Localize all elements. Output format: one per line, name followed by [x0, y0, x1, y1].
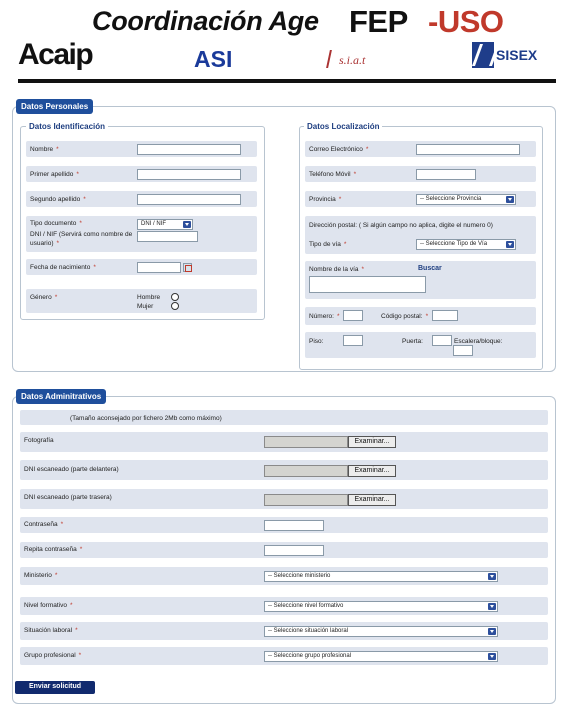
dni-trasera-file-input[interactable]	[264, 494, 348, 506]
dni-trasera-label: DNI escaneado (parte trasera)	[24, 494, 112, 501]
file-size-note: (Tamaño aconsejado por fichero 2Mb como …	[70, 415, 222, 422]
siat-logo-text: s.i.a.t	[339, 53, 366, 67]
puerta-label: Puerta:	[402, 338, 423, 345]
fecha-nacimiento-input[interactable]	[137, 262, 181, 273]
direccion-note: Dirección postal: ( Si algún campo no ap…	[309, 222, 493, 229]
provincia-label: Provincia *	[309, 196, 342, 203]
segundo-apellido-input[interactable]	[137, 194, 241, 205]
nombre-label: Nombre *	[30, 146, 59, 153]
datos-personales-legend: Datos Personales	[16, 99, 94, 114]
header-divider	[18, 79, 556, 83]
chevron-down-icon	[488, 628, 496, 635]
nombre-via-input[interactable]	[309, 276, 426, 293]
correo-label: Correo Electrónico *	[309, 146, 369, 153]
telefono-label: Teléfono Móvil *	[309, 171, 357, 178]
grupo-select[interactable]: -- Seleccione grupo profesional	[264, 651, 498, 662]
mujer-label: Mujer	[137, 303, 154, 310]
buscar-link[interactable]: Buscar	[418, 265, 442, 272]
mujer-radio[interactable]	[171, 302, 179, 310]
dni-trasera-examinar-button[interactable]: Examinar...	[348, 494, 396, 506]
piso-label: Piso:	[309, 338, 324, 345]
puerta-input[interactable]	[432, 335, 452, 346]
ministerio-label: Ministerio *	[24, 572, 58, 579]
tipo-documento-select[interactable]: DNI / NIF	[137, 219, 193, 230]
fotografia-file-input[interactable]	[264, 436, 348, 448]
acaip-logo: Acaip	[18, 38, 94, 71]
chevron-down-icon	[506, 196, 514, 203]
sisex-logo-text: SISEX	[496, 47, 538, 63]
grupo-label: Grupo profesional *	[24, 652, 82, 659]
asi-logo: ASI	[194, 46, 233, 72]
tipo-via-select[interactable]: -- Seleccione Tipo de Vía	[416, 239, 516, 250]
ministerio-select[interactable]: -- Seleccione ministerio	[264, 571, 498, 582]
ministerio-value: -- Seleccione ministerio	[268, 573, 331, 579]
piso-row	[305, 332, 536, 358]
numero-input[interactable]	[343, 310, 363, 321]
uso-logo-text: -USO	[428, 4, 504, 39]
genero-label: Género *	[30, 294, 58, 301]
chevron-down-icon	[488, 573, 496, 580]
tipo-documento-label: Tipo documento *	[30, 220, 82, 227]
chevron-down-icon	[506, 241, 514, 248]
header-title: Coordinación Age	[92, 6, 319, 36]
datos-administrativos-legend: Datos Adminitrativos	[16, 389, 107, 404]
tipo-via-value: -- Seleccione Tipo de Vía	[420, 241, 488, 247]
nivel-label: Nivel formativo *	[24, 602, 73, 609]
chevron-down-icon	[183, 221, 191, 228]
nivel-select[interactable]: -- Seleccione nivel formativo	[264, 601, 498, 612]
situacion-label: Situación laboral *	[24, 627, 78, 634]
situacion-value: -- Seleccione situación laboral	[268, 628, 349, 634]
datos-localizacion-legend: Datos Localización	[304, 122, 383, 131]
grupo-value: -- Seleccione grupo profesional	[268, 653, 352, 659]
codigo-postal-input[interactable]	[432, 310, 458, 321]
fotografia-label: Fotografía	[24, 437, 54, 444]
fep-logo-text: FEP	[349, 4, 408, 39]
piso-input[interactable]	[343, 335, 363, 346]
provincia-select[interactable]: -- Seleccione Provincia	[416, 194, 516, 205]
numero-label: Número: *	[309, 313, 340, 320]
fecha-nacimiento-label: Fecha de nacimiento *	[30, 264, 96, 271]
fotografia-examinar-button[interactable]: Examinar...	[348, 436, 396, 448]
chevron-down-icon	[488, 603, 496, 610]
tipo-documento-value: DNI / NIF	[141, 221, 166, 227]
escalera-input[interactable]	[453, 345, 473, 356]
hombre-radio[interactable]	[171, 293, 179, 301]
codigo-postal-label: Código postal: *	[381, 313, 429, 320]
repita-label: Repita contraseña *	[24, 546, 83, 553]
primer-apellido-input[interactable]	[137, 169, 241, 180]
nivel-value: -- Seleccione nivel formativo	[268, 603, 344, 609]
sisex-logo: SISEX	[472, 42, 537, 68]
dni-delantera-examinar-button[interactable]: Examinar...	[348, 465, 396, 477]
tipo-via-label: Tipo de vía *	[309, 241, 347, 248]
datos-identificacion-legend: Datos Identificación	[26, 122, 109, 131]
hombre-label: Hombre	[137, 294, 161, 301]
nombre-via-label: Nombre de la vía *	[309, 266, 365, 273]
sisex-mark-icon	[472, 42, 494, 68]
segundo-apellido-label: Segundo apellido *	[30, 196, 86, 203]
escalera-label: Escalera/bloque:	[454, 338, 503, 345]
enviar-solicitud-button[interactable]: Enviar solicitud	[15, 681, 95, 694]
contrasena-label: Contraseña *	[24, 521, 64, 528]
dni-delantera-label: DNI escaneado (parte delantera)	[24, 466, 119, 473]
correo-input[interactable]	[416, 144, 520, 155]
nombre-input[interactable]	[137, 144, 241, 155]
dni-input[interactable]	[137, 231, 198, 242]
dni-delantera-file-input[interactable]	[264, 465, 348, 477]
repita-input[interactable]	[264, 545, 324, 556]
primer-apellido-label: Primer apellido *	[30, 171, 79, 178]
chevron-down-icon	[488, 653, 496, 660]
siat-logo: s.i.a.t	[326, 50, 366, 68]
siat-figure-icon	[326, 50, 338, 68]
contrasena-input[interactable]	[264, 520, 324, 531]
situacion-select[interactable]: -- Seleccione situación laboral	[264, 626, 498, 637]
dni-label: DNI / NIF (Servirá como nombre de usuari…	[30, 231, 133, 247]
telefono-input[interactable]	[416, 169, 476, 180]
provincia-value: -- Seleccione Provincia	[420, 196, 482, 202]
calendar-icon[interactable]	[183, 263, 192, 272]
